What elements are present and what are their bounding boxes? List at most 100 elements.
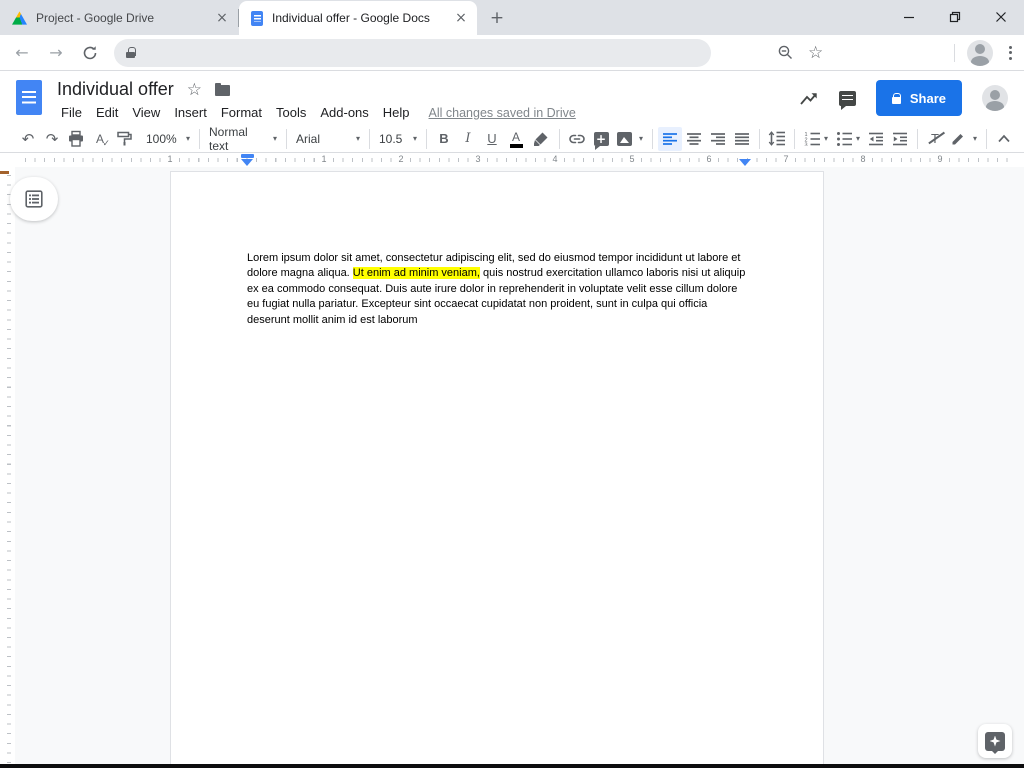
- underline-button[interactable]: U: [480, 127, 504, 151]
- menu-insert[interactable]: Insert: [167, 103, 214, 122]
- zoom-select[interactable]: 100%▾: [142, 127, 194, 151]
- explore-button[interactable]: [978, 724, 1012, 758]
- browser-menu-icon[interactable]: [1005, 42, 1016, 64]
- menu-bar: File Edit View Insert Format Tools Add-o…: [54, 103, 580, 122]
- google-drive-icon: [12, 11, 27, 25]
- ruler-number: 9: [935, 154, 944, 165]
- menu-tools[interactable]: Tools: [269, 103, 313, 122]
- redo-icon: ↷: [46, 130, 59, 148]
- decrease-indent-button[interactable]: [864, 127, 888, 151]
- right-indent-marker[interactable]: [739, 159, 751, 166]
- bold-button[interactable]: B: [432, 127, 456, 151]
- justify-icon: [734, 132, 750, 146]
- back-icon: ←: [15, 45, 28, 61]
- tab-google-drive[interactable]: Project - Google Drive ×: [0, 1, 238, 35]
- horizontal-ruler[interactable]: 1 1 2 3 4 5 6 7 8 9: [0, 153, 1024, 167]
- text-color-button[interactable]: A: [504, 127, 528, 151]
- bold-icon: B: [439, 131, 448, 146]
- paragraph[interactable]: Lorem ipsum dolor sit amet, consectetur …: [247, 251, 751, 328]
- toolbar-separator: [917, 129, 918, 149]
- font-select[interactable]: Arial▾: [292, 127, 364, 151]
- forward-button[interactable]: →: [42, 39, 70, 67]
- toolbar-separator: [426, 129, 427, 149]
- vertical-ruler[interactable]: [0, 167, 15, 764]
- add-comment-button[interactable]: +: [589, 127, 613, 151]
- redo-button[interactable]: ↷: [40, 127, 64, 151]
- toolbar-separator: [286, 129, 287, 149]
- browser-toolbar: ← → ☆: [0, 35, 1024, 71]
- ruler-number: 1: [165, 154, 174, 165]
- document-page[interactable]: Lorem ipsum dolor sit amet, consectetur …: [170, 171, 824, 764]
- styles-select[interactable]: Normal text▾: [205, 127, 281, 151]
- google-docs-logo[interactable]: [16, 80, 42, 115]
- left-indent-marker[interactable]: [241, 154, 254, 166]
- increase-indent-icon: [892, 132, 908, 146]
- close-window-button[interactable]: [978, 0, 1024, 33]
- zoom-out-icon[interactable]: [777, 44, 794, 61]
- menu-format[interactable]: Format: [214, 103, 269, 122]
- document-canvas: Lorem ipsum dolor sit amet, consectetur …: [0, 167, 1024, 764]
- print-button[interactable]: [64, 127, 88, 151]
- editing-mode-button[interactable]: ▾: [947, 127, 981, 151]
- address-bar[interactable]: [114, 39, 711, 67]
- close-tab-icon[interactable]: ×: [214, 10, 230, 26]
- paint-format-icon: [116, 130, 133, 147]
- chevron-down-icon: ▾: [186, 134, 190, 143]
- tab-google-docs[interactable]: Individual offer - Google Docs ×: [239, 1, 477, 35]
- window-controls: [886, 0, 1024, 33]
- close-tab-icon[interactable]: ×: [453, 10, 469, 26]
- menu-edit[interactable]: Edit: [89, 103, 125, 122]
- highlight-color-button[interactable]: [528, 127, 554, 151]
- menu-view[interactable]: View: [125, 103, 167, 122]
- line-spacing-button[interactable]: [765, 127, 789, 151]
- chevron-down-icon: ▾: [356, 134, 360, 143]
- insert-image-button[interactable]: ▾: [613, 127, 647, 151]
- document-outline-icon: [25, 190, 43, 208]
- ruler-number: 7: [781, 154, 790, 165]
- close-icon: [995, 11, 1007, 23]
- show-outline-button[interactable]: [10, 177, 58, 221]
- browser-profile-avatar[interactable]: [967, 40, 993, 66]
- paint-format-button[interactable]: [112, 127, 136, 151]
- reload-button[interactable]: [76, 39, 104, 67]
- menu-addons[interactable]: Add-ons: [313, 103, 375, 122]
- align-center-button[interactable]: [682, 127, 706, 151]
- bulleted-list-button[interactable]: ▾: [832, 127, 864, 151]
- increase-indent-button[interactable]: [888, 127, 912, 151]
- toolbar-separator: [559, 129, 560, 149]
- align-left-button[interactable]: [658, 127, 682, 151]
- back-button[interactable]: ←: [8, 39, 36, 67]
- move-to-folder-icon[interactable]: [215, 85, 230, 96]
- highlighted-text: Ut enim ad minim veniam,: [353, 267, 480, 279]
- insert-link-button[interactable]: [565, 127, 589, 151]
- ruler-number: 5: [627, 154, 636, 165]
- italic-button[interactable]: I: [456, 127, 480, 151]
- align-right-button[interactable]: [706, 127, 730, 151]
- spellcheck-button[interactable]: A✓: [88, 127, 112, 151]
- document-title[interactable]: Individual offer: [57, 79, 174, 100]
- menu-file[interactable]: File: [54, 103, 89, 122]
- comments-icon[interactable]: [839, 91, 856, 106]
- explore-icon: [985, 732, 1005, 751]
- minimize-button[interactable]: [886, 0, 932, 33]
- italic-icon: I: [465, 131, 470, 146]
- save-status[interactable]: All changes saved in Drive: [425, 104, 580, 122]
- minimize-icon: [903, 11, 915, 23]
- share-button[interactable]: Share: [876, 80, 962, 116]
- undo-button[interactable]: ↶: [16, 127, 40, 151]
- clear-formatting-button[interactable]: T: [923, 127, 947, 151]
- justify-button[interactable]: [730, 127, 754, 151]
- insights-icon[interactable]: [799, 90, 819, 107]
- font-size-select[interactable]: 10.5▾: [375, 127, 421, 151]
- new-tab-button[interactable]: +: [483, 4, 511, 32]
- chevron-down-icon: ▾: [639, 134, 643, 143]
- star-document-icon[interactable]: ☆: [187, 80, 202, 100]
- hide-menus-button[interactable]: [992, 127, 1016, 151]
- tab-title: Project - Google Drive: [36, 11, 205, 25]
- numbered-list-button[interactable]: 123 ▾: [800, 127, 832, 151]
- menu-help[interactable]: Help: [376, 103, 417, 122]
- bookmark-star-icon[interactable]: ☆: [808, 43, 823, 63]
- account-avatar[interactable]: [982, 85, 1008, 111]
- restore-button[interactable]: [932, 0, 978, 33]
- underline-icon: U: [487, 131, 496, 146]
